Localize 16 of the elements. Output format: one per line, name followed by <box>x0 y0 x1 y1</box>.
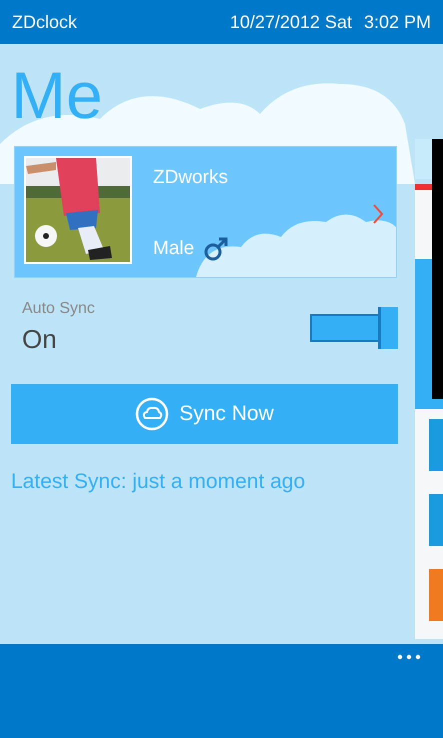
more-icon[interactable] <box>397 654 421 660</box>
chevron-right-icon <box>372 203 384 225</box>
male-icon <box>204 237 228 261</box>
profile-name: ZDworks <box>153 167 228 189</box>
cloud-sync-icon <box>135 397 170 431</box>
latest-sync-text: Latest Sync: just a moment ago <box>11 470 306 494</box>
auto-sync-label: Auto Sync <box>22 300 95 318</box>
status-time: 3:02 PM <box>364 12 431 32</box>
auto-sync-toggle[interactable] <box>310 306 398 348</box>
auto-sync-state: On <box>22 324 58 355</box>
app-name: ZDclock <box>12 12 78 32</box>
sync-now-button[interactable]: Sync Now <box>11 384 398 444</box>
profile-gender: Male <box>153 238 194 260</box>
page-title: Me <box>11 58 103 132</box>
profile-card[interactable]: ZDworks Male <box>14 146 397 278</box>
status-date: 10/27/2012 Sat <box>230 12 352 32</box>
